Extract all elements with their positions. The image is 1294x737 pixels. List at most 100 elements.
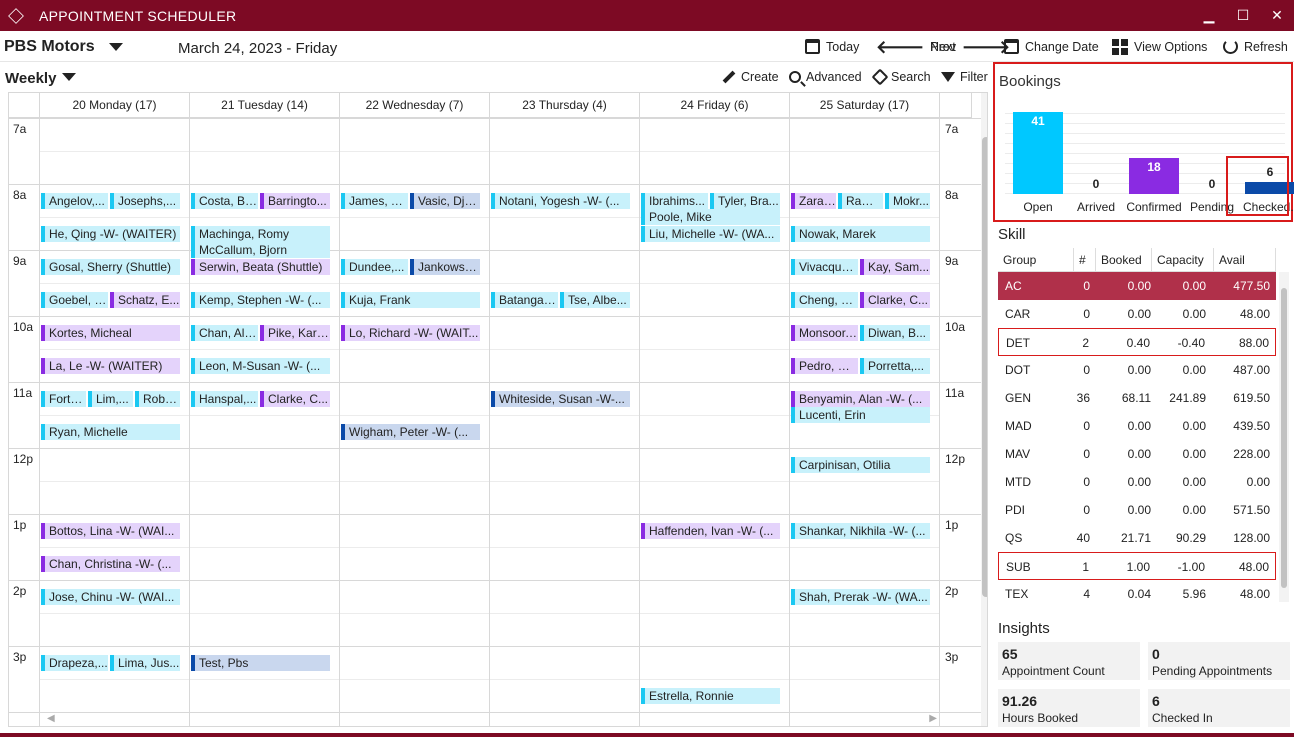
appointment[interactable]: Liu, Michelle -W- (WA... [641, 226, 780, 242]
skill-row[interactable]: CAR 0 0.00 0.00 48.00 [998, 300, 1276, 328]
view-mode-dropdown-icon[interactable] [62, 73, 76, 81]
appointment[interactable]: Estrella, Ronnie [641, 688, 780, 704]
appointment[interactable]: Jose, Chinu -W- (WAI... [41, 589, 180, 605]
skill-row[interactable]: MTD 0 0.00 0.00 0.00 [998, 468, 1276, 496]
skill-row[interactable]: GEN 36 68.11 241.89 619.50 [998, 384, 1276, 412]
skill-row[interactable]: AC 0 0.00 0.00 477.50 [998, 272, 1276, 300]
appointment[interactable]: Josephs,... [110, 193, 180, 209]
appointment[interactable]: La, Le -W- (WAITER) [41, 358, 180, 374]
day-header[interactable]: 21 Tuesday (14) [190, 93, 340, 118]
appointment[interactable]: Lim,... [88, 391, 133, 407]
skill-column-header[interactable]: # [1074, 248, 1096, 272]
close-icon[interactable]: ✕ [1270, 7, 1284, 24]
appointment[interactable]: He, Qing -W- (WAITER) [41, 226, 180, 242]
day-header[interactable]: 25 Saturday (17) [790, 93, 940, 118]
appointment[interactable]: Dundee,... [341, 259, 408, 275]
appointment[interactable]: Benyamin, Alan -W- (... [791, 391, 930, 407]
appointment[interactable]: Ibrahims... [641, 193, 708, 209]
view-options-button[interactable]: View Options [1112, 39, 1207, 55]
appointment[interactable]: Diwan, B... [860, 325, 930, 341]
appointment[interactable]: Tyler, Bra... [710, 193, 780, 209]
appointment[interactable]: Jankowsk... [410, 259, 480, 275]
minimize-icon[interactable]: ▁ [1202, 7, 1216, 24]
skill-column-header[interactable]: Capacity [1152, 248, 1214, 272]
appointment[interactable]: Notani, Yogesh -W- (... [491, 193, 630, 209]
appointment[interactable]: Kortes, Micheal [41, 325, 180, 341]
appointment[interactable]: McCallum, Bjorn [191, 242, 330, 258]
appointment[interactable]: Cheng, E... [791, 292, 858, 308]
today-button[interactable]: Today [805, 39, 859, 54]
skill-row[interactable]: QS 40 21.71 90.29 128.00 [998, 524, 1276, 552]
filter-button[interactable]: Filter [941, 70, 988, 84]
skill-column-header[interactable]: Avail [1214, 248, 1276, 272]
appointment[interactable]: Goebel, P... [41, 292, 108, 308]
skill-row[interactable]: DET 2 0.40 -0.40 88.00 [998, 328, 1276, 356]
create-button[interactable]: Create [722, 70, 779, 84]
calendar-vertical-scrollbar[interactable] [981, 93, 987, 726]
advanced-button[interactable]: Advanced [789, 70, 862, 84]
maximize-icon[interactable]: ☐ [1236, 7, 1250, 24]
skill-row[interactable]: MAV 0 0.00 0.00 228.00 [998, 440, 1276, 468]
skill-row[interactable]: PDI 0 0.00 0.00 571.50 [998, 496, 1276, 524]
appointment[interactable]: Wigham, Peter -W- (... [341, 424, 480, 440]
skill-row[interactable]: MAD 0 0.00 0.00 439.50 [998, 412, 1276, 440]
appointment[interactable]: Kuja, Frank [341, 292, 480, 308]
appointment[interactable]: Costa, Bri... [191, 193, 258, 209]
appointment[interactable]: Drapeza,... [41, 655, 108, 671]
refresh-button[interactable]: Refresh [1223, 39, 1288, 54]
appointment[interactable]: Kay, Sam... [860, 259, 930, 275]
appointment[interactable]: Machinga, Romy [191, 226, 330, 242]
appointment[interactable]: Porretta,... [860, 358, 930, 374]
appointment[interactable]: Lo, Richard -W- (WAIT... [341, 325, 480, 341]
search-button[interactable]: Search [871, 68, 931, 86]
appointment[interactable]: Batangan... [491, 292, 558, 308]
appointment[interactable]: Lucenti, Erin [791, 407, 930, 423]
appointment[interactable]: Pike, Karen [260, 325, 330, 341]
day-header[interactable]: 22 Wednesday (7) [340, 93, 490, 118]
appointment[interactable]: Tse, Albe... [560, 292, 630, 308]
skill-column-header[interactable]: Group [998, 248, 1074, 272]
appointment[interactable]: Vivacqua,... [791, 259, 858, 275]
appointment[interactable]: Angelov,... [41, 193, 108, 209]
calendar-horizontal-scrollbar[interactable]: ◀ ▶ [47, 713, 937, 725]
next-button[interactable]: Next 🡒 [930, 38, 1010, 56]
appointment[interactable]: Monsoor,... [791, 325, 858, 341]
appointment[interactable]: James, To... [341, 193, 408, 209]
appointment[interactable]: Poole, Mike [641, 209, 780, 225]
skill-row[interactable]: SUB 1 1.00 -1.00 48.00 [998, 552, 1276, 580]
appointment[interactable]: Kemp, Stephen -W- (... [191, 292, 330, 308]
appointment[interactable]: Clarke, C... [260, 391, 330, 407]
appointment[interactable]: Serwin, Beata (Shuttle) [191, 259, 330, 275]
dealer-name[interactable]: PBS Motors [4, 38, 95, 56]
appointment[interactable]: Nowak, Marek [791, 226, 930, 242]
day-header[interactable]: 24 Friday (6) [640, 93, 790, 118]
day-header[interactable]: 23 Thursday (4) [490, 93, 640, 118]
appointment[interactable]: Chan, Christina -W- (... [41, 556, 180, 572]
appointment[interactable]: Zarat... [791, 193, 836, 209]
appointment[interactable]: Lima, Jus... [110, 655, 180, 671]
day-header[interactable]: 20 Monday (17) [40, 93, 190, 118]
appointment[interactable]: Schatz, E... [110, 292, 180, 308]
appointment[interactable]: Forta... [41, 391, 86, 407]
skill-column-header[interactable]: Booked [1096, 248, 1152, 272]
skill-scroll-thumb[interactable] [1281, 288, 1287, 588]
appointment[interactable]: Robe... [135, 391, 180, 407]
appointment[interactable]: Mokr... [885, 193, 930, 209]
appointment[interactable]: Vasic, Djo... [410, 193, 480, 209]
appointment[interactable]: Haffenden, Ivan -W- (... [641, 523, 780, 539]
appointment[interactable]: Bottos, Lina -W- (WAI... [41, 523, 180, 539]
appointment[interactable]: Leon, M-Susan -W- (... [191, 358, 330, 374]
appointment[interactable]: Shah, Prerak -W- (WA... [791, 589, 930, 605]
appointment[interactable]: Gosal, Sherry (Shuttle) [41, 259, 180, 275]
appointment[interactable]: Chan, Alvis [191, 325, 258, 341]
appointment[interactable]: Ryan, Michelle [41, 424, 180, 440]
skill-row[interactable]: TEX 4 0.04 5.96 48.00 [998, 580, 1276, 608]
skill-row[interactable]: DOT 0 0.00 0.00 487.00 [998, 356, 1276, 384]
appointment[interactable]: Rams... [838, 193, 883, 209]
appointment[interactable]: Barringto... [260, 193, 330, 209]
appointment[interactable]: Test, Pbs [191, 655, 330, 671]
appointment[interactable]: Pedro, Ca... [791, 358, 858, 374]
view-mode-select[interactable]: Weekly [5, 70, 56, 87]
scroll-thumb[interactable] [982, 137, 987, 597]
appointment[interactable]: Clarke, C... [860, 292, 930, 308]
